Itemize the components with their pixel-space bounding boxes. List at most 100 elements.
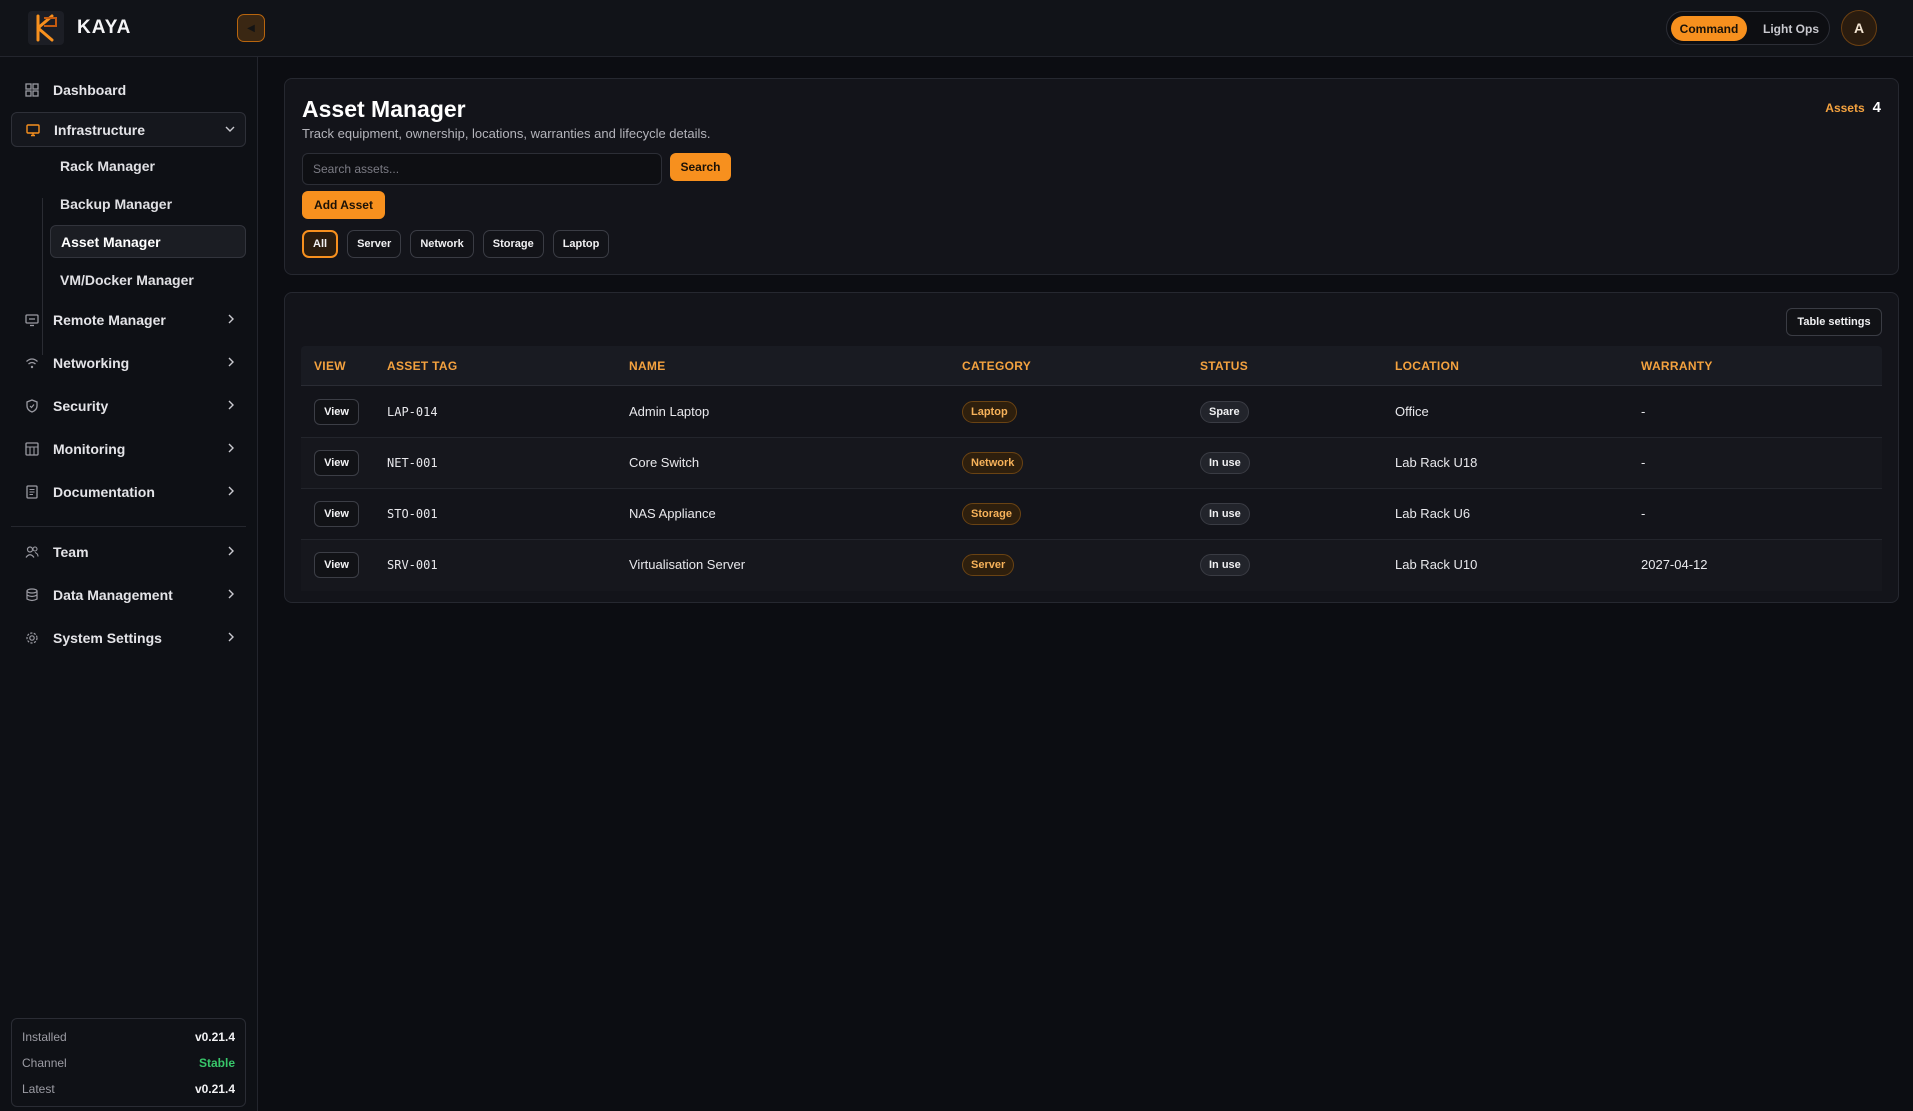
sidebar-subitem-vm-docker-manager[interactable]: VM/Docker Manager <box>50 264 246 296</box>
sidebar-item-label: Networking <box>53 355 130 371</box>
asset-manager-header-card: Asset Manager Track equipment, ownership… <box>284 78 1899 275</box>
page-subtitle: Track equipment, ownership, locations, w… <box>302 126 711 141</box>
table-row: View LAP-014 Admin Laptop Laptop Spare O… <box>301 387 1882 438</box>
category-filters: All Server Network Storage Laptop <box>302 230 610 258</box>
category-badge: Laptop <box>962 401 1017 423</box>
filter-storage[interactable]: Storage <box>482 230 544 258</box>
view-button[interactable]: View <box>314 450 359 476</box>
column-header-name: NAME <box>629 359 666 373</box>
column-header-asset-tag: ASSET TAG <box>387 359 458 373</box>
chevron-left-icon: ◀ <box>247 22 255 34</box>
grid-icon <box>23 81 41 99</box>
view-button[interactable]: View <box>314 399 359 425</box>
sidebar-item-documentation[interactable]: Documentation <box>11 475 246 509</box>
asset-tag: STO-001 <box>387 507 438 521</box>
category-badge: Network <box>962 452 1024 474</box>
sidebar-item-monitoring[interactable]: Monitoring <box>11 432 246 466</box>
sidebar-item-label: System Settings <box>53 630 162 646</box>
sidebar-item-remote-manager[interactable]: Remote Manager <box>11 303 246 337</box>
asset-warranty: - <box>1641 404 1646 419</box>
chevron-right-icon <box>224 544 238 561</box>
sidebar-item-data-management[interactable]: Data Management <box>11 578 246 612</box>
asset-location: Lab Rack U6 <box>1395 506 1471 521</box>
chevron-right-icon <box>224 630 238 647</box>
sidebar-item-team[interactable]: Team <box>11 535 246 569</box>
user-avatar[interactable]: A <box>1841 10 1877 46</box>
sidebar-item-dashboard[interactable]: Dashboard <box>11 73 246 107</box>
category-badge: Storage <box>962 503 1021 525</box>
sidebar-subitem-backup-manager[interactable]: Backup Manager <box>50 188 246 220</box>
asset-warranty: 2027-04-12 <box>1641 557 1708 572</box>
sidebar: Dashboard Infrastructure Rack Manager Ba… <box>0 57 258 1111</box>
sidebar-item-system-settings[interactable]: System Settings <box>11 621 246 655</box>
version-info: Installed v0.21.4 Channel Stable Latest … <box>11 1018 246 1107</box>
filter-laptop[interactable]: Laptop <box>552 230 610 258</box>
chevron-right-icon <box>224 312 238 329</box>
collapse-sidebar-button[interactable]: ◀ <box>237 14 265 42</box>
status-badge: In use <box>1200 452 1250 474</box>
view-button[interactable]: View <box>314 552 359 578</box>
search-input[interactable] <box>302 153 662 185</box>
asset-name: Admin Laptop <box>629 404 710 419</box>
monitor-icon <box>24 121 42 139</box>
wifi-icon <box>23 354 41 372</box>
asset-count: Assets 4 <box>1825 99 1881 116</box>
asset-warranty: - <box>1641 455 1646 470</box>
column-header-warranty: WARRANTY <box>1641 359 1713 373</box>
shield-icon <box>23 397 41 415</box>
gear-icon <box>23 629 41 647</box>
column-header-view: VIEW <box>314 359 346 373</box>
assets-label: Assets <box>1825 101 1865 115</box>
chevron-right-icon <box>224 441 238 458</box>
chevron-right-icon <box>224 587 238 604</box>
sidebar-item-networking[interactable]: Networking <box>11 346 246 380</box>
sidebar-item-label: Team <box>53 544 89 560</box>
sidebar-item-label: Security <box>53 398 109 414</box>
asset-location: Office <box>1395 404 1429 419</box>
column-header-category: CATEGORY <box>962 359 1032 373</box>
installed-version: v0.21.4 <box>194 1030 235 1044</box>
table-settings-button[interactable]: Table settings <box>1786 308 1882 336</box>
dashboard-panel-icon <box>23 440 41 458</box>
filter-all[interactable]: All <box>302 230 339 258</box>
table-header: VIEW ASSET TAG NAME CATEGORY STATUS LOCA… <box>301 346 1882 386</box>
view-button[interactable]: View <box>314 501 359 527</box>
database-icon <box>23 586 41 604</box>
chevron-right-icon <box>224 484 238 501</box>
sidebar-item-label: Remote Manager <box>53 312 166 328</box>
column-header-location: LOCATION <box>1395 359 1460 373</box>
sidebar-subitem-rack-manager[interactable]: Rack Manager <box>50 150 246 182</box>
mode-light-ops-button[interactable]: Light Ops <box>1755 16 1827 41</box>
page-title: Asset Manager <box>302 96 466 122</box>
table-row: View NET-001 Core Switch Network In use … <box>301 438 1882 489</box>
installed-label: Installed <box>22 1030 67 1044</box>
chevron-down-icon <box>223 122 237 139</box>
latest-version: v0.21.4 <box>194 1082 235 1096</box>
sidebar-item-security[interactable]: Security <box>11 389 246 423</box>
filter-network[interactable]: Network <box>410 230 474 258</box>
channel-value: Stable <box>198 1056 235 1070</box>
status-badge: Spare <box>1200 401 1249 423</box>
sidebar-item-infrastructure[interactable]: Infrastructure <box>11 112 246 147</box>
asset-tag: SRV-001 <box>387 558 438 572</box>
sidebar-item-label: Monitoring <box>53 441 126 457</box>
asset-warranty: - <box>1641 506 1646 521</box>
asset-table-card: Table settings VIEW ASSET TAG NAME CATEG… <box>284 292 1899 603</box>
asset-location: Lab Rack U18 <box>1395 455 1478 470</box>
asset-tag: NET-001 <box>387 456 438 470</box>
asset-name: Virtualisation Server <box>629 557 746 572</box>
search-button[interactable]: Search <box>670 153 731 181</box>
sidebar-subitem-asset-manager[interactable]: Asset Manager <box>50 225 246 258</box>
brand-name: KAYA <box>77 17 132 38</box>
users-icon <box>23 543 41 561</box>
logo-mark-icon <box>36 14 57 42</box>
sidebar-item-label: Data Management <box>53 587 173 603</box>
table-row: View STO-001 NAS Appliance Storage In us… <box>301 489 1882 540</box>
add-asset-button[interactable]: Add Asset <box>302 191 385 219</box>
table-row: View SRV-001 Virtualisation Server Serve… <box>301 540 1882 591</box>
column-header-status: STATUS <box>1200 359 1249 373</box>
filter-server[interactable]: Server <box>347 230 402 258</box>
mode-command-button[interactable]: Command <box>1671 16 1747 41</box>
status-badge: In use <box>1200 503 1250 525</box>
remote-desktop-icon <box>23 311 41 329</box>
